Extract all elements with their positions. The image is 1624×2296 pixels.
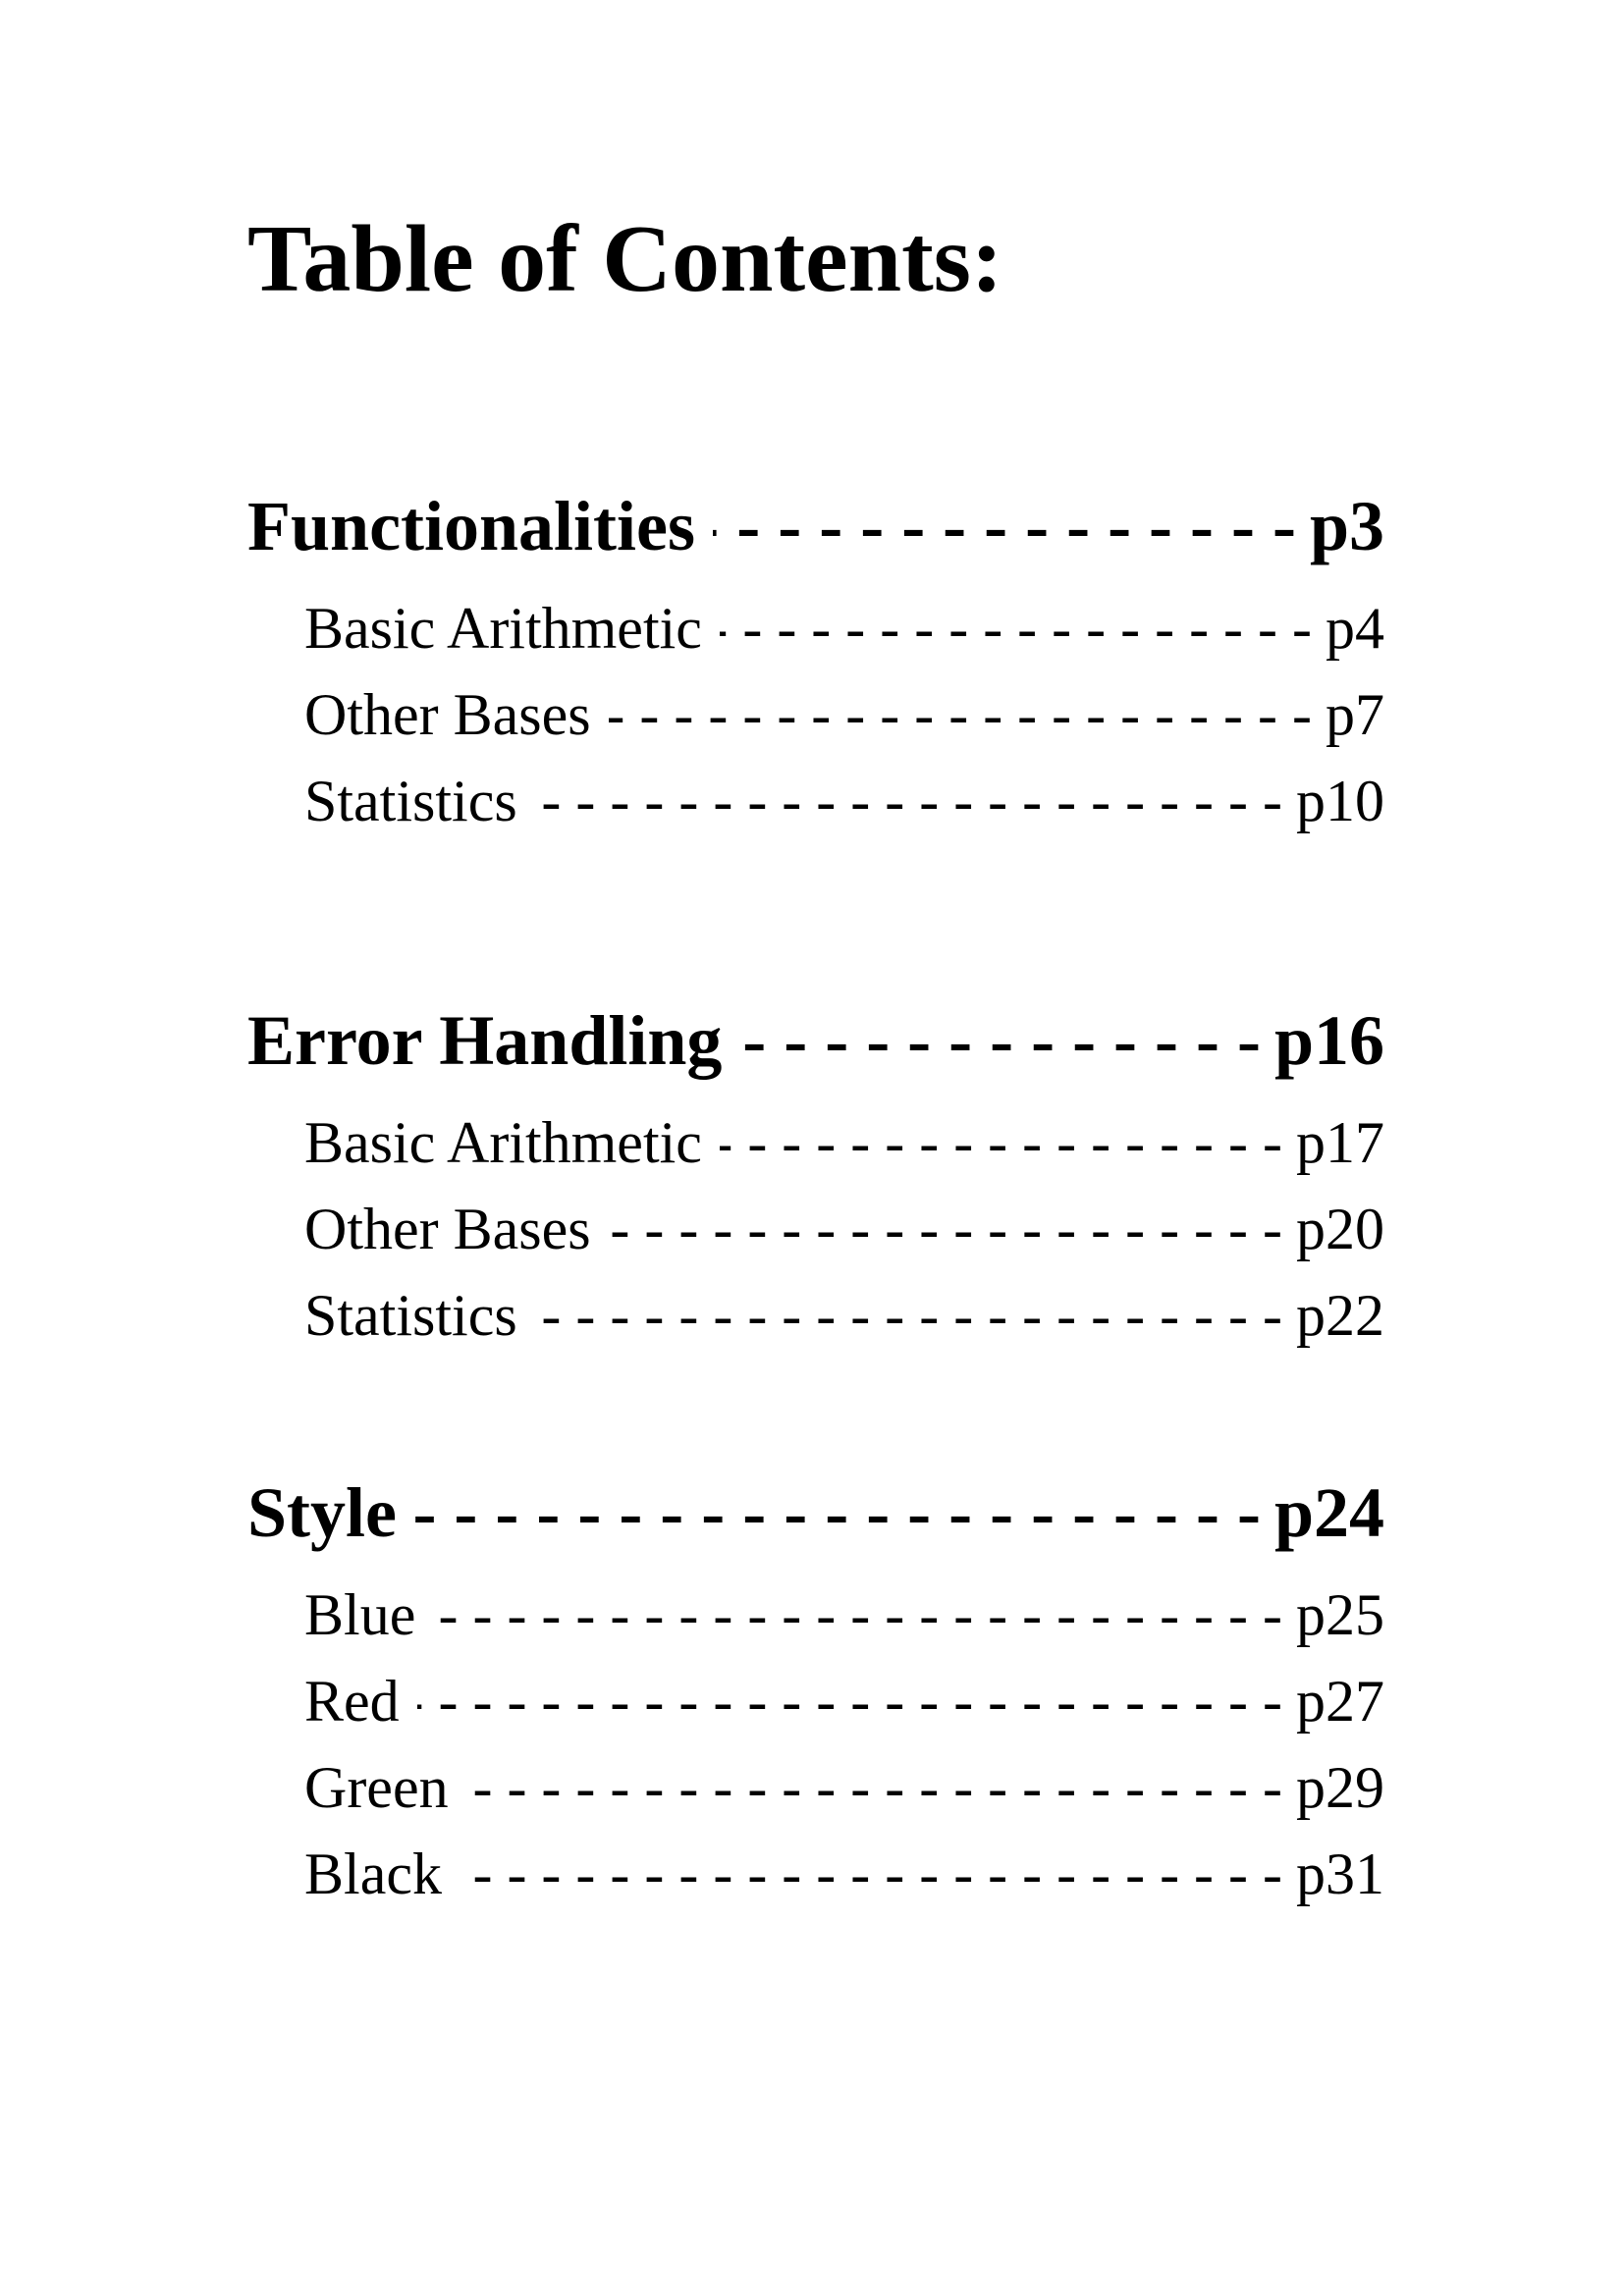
toc-section-error-handling[interactable]: Error Handling - - - - - - - - - - - - -… — [247, 1005, 1384, 1076]
toc-item-label: Black — [304, 1842, 442, 1906]
toc-item-statistics[interactable]: Statistics - - - - - - - - - - - - - - -… — [304, 1286, 1384, 1345]
toc-item-label: Basic Arithmetic — [304, 596, 702, 661]
toc-page-number: p7 — [1326, 682, 1384, 747]
toc-page-number: p27 — [1296, 1669, 1384, 1734]
toc-page-number: p10 — [1296, 769, 1384, 833]
toc-item-statistics[interactable]: Statistics - - - - - - - - - - - - - - -… — [304, 772, 1384, 830]
toc-leader: - - - - - - - - - - - - - - - - - - - - … — [417, 1672, 1282, 1731]
toc-item-green[interactable]: Green - - - - - - - - - - - - - - - - - … — [304, 1758, 1384, 1817]
toc-item-label: Red — [304, 1669, 400, 1734]
toc-page-number: p29 — [1296, 1755, 1384, 1820]
toc-page-number: p25 — [1296, 1582, 1384, 1647]
toc-item-label: Green — [304, 1755, 449, 1820]
toc-leader: - - - - - - - - - - - - - - - - - - - - … — [466, 1758, 1282, 1817]
toc-leader: - - - - - - - - - - - - - - - - - - - - … — [720, 599, 1312, 658]
toc-leader: - - - - - - - - - - - - - - - - - - - - … — [535, 1286, 1282, 1345]
toc-leader: - - - - - - - - - - - - - - - - - - - - … — [413, 1477, 1261, 1548]
toc-item-label: Other Bases — [304, 1197, 591, 1261]
toc-item-label: Statistics — [304, 769, 517, 833]
toc-item-label: Basic Arithmetic — [304, 1110, 702, 1175]
toc-page-number: p3 — [1309, 487, 1384, 565]
toc-item-basic-arithmetic[interactable]: Basic Arithmetic - - - - - - - - - - - -… — [304, 1113, 1384, 1172]
toc-page-number: p20 — [1296, 1197, 1384, 1261]
toc-section-label: Functionalities — [247, 487, 696, 565]
page-title: Table of Contents: — [247, 206, 1003, 312]
toc-leader: - - - - - - - - - - - - - - - - - - - - … — [433, 1585, 1282, 1644]
toc-leader: - - - - - - - - - - - - - - - - - - - - … — [720, 1113, 1282, 1172]
toc-leader: - - - - - - - - - - - - - - - - - - - - … — [609, 685, 1312, 744]
document-page: Table of Contents: Functionalities - - -… — [0, 0, 1624, 2296]
toc-page-number: p31 — [1296, 1842, 1384, 1906]
toc-section-label: Style — [247, 1473, 397, 1552]
toc-section-style[interactable]: Style - - - - - - - - - - - - - - - - - … — [247, 1477, 1384, 1548]
toc-page-number: p17 — [1296, 1110, 1384, 1175]
toc-item-blue[interactable]: Blue - - - - - - - - - - - - - - - - - -… — [304, 1585, 1384, 1644]
toc-page-number: p24 — [1273, 1473, 1384, 1552]
toc-page-number: p22 — [1296, 1283, 1384, 1348]
toc-item-red[interactable]: Red - - - - - - - - - - - - - - - - - - … — [304, 1672, 1384, 1731]
toc-item-label: Blue — [304, 1582, 416, 1647]
toc-leader: - - - - - - - - - - - - - - - - - - - - … — [535, 772, 1282, 830]
toc-item-other-bases[interactable]: Other Bases - - - - - - - - - - - - - - … — [304, 1200, 1384, 1258]
toc-page-number: p4 — [1326, 596, 1384, 661]
toc-section-label: Error Handling — [247, 1001, 723, 1080]
toc-leader: - - - - - - - - - - - - - - - - - - - - … — [739, 1005, 1261, 1076]
toc-leader: - - - - - - - - - - - - - - - - - - - - … — [713, 491, 1296, 561]
toc-item-basic-arithmetic[interactable]: Basic Arithmetic - - - - - - - - - - - -… — [304, 599, 1384, 658]
toc-section-functionalities[interactable]: Functionalities - - - - - - - - - - - - … — [247, 491, 1384, 561]
toc-leader: - - - - - - - - - - - - - - - - - - - - … — [609, 1200, 1282, 1258]
toc-item-other-bases[interactable]: Other Bases - - - - - - - - - - - - - - … — [304, 685, 1384, 744]
toc-page-number: p16 — [1273, 1001, 1384, 1080]
toc-item-label: Statistics — [304, 1283, 517, 1348]
toc-leader: - - - - - - - - - - - - - - - - - - - - … — [460, 1844, 1282, 1903]
toc-item-black[interactable]: Black - - - - - - - - - - - - - - - - - … — [304, 1844, 1384, 1903]
toc-item-label: Other Bases — [304, 682, 591, 747]
